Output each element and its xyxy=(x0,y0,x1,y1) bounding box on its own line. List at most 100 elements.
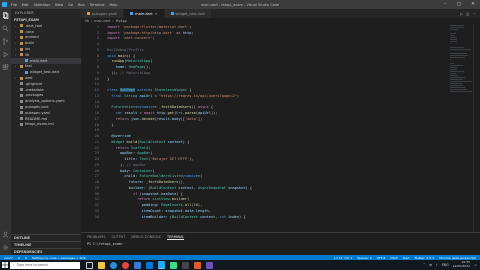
edge-icon[interactable] xyxy=(110,261,117,269)
chrome-icon[interactable] xyxy=(122,261,129,269)
minimap-line xyxy=(450,33,456,34)
run-debug-icon[interactable] xyxy=(2,51,9,58)
device-target[interactable]: Chrome (web-javascript) xyxy=(439,256,476,260)
line-ending[interactable]: CRLF xyxy=(390,256,398,260)
file-explorer-icon[interactable] xyxy=(98,261,105,269)
code-token: FutureBuilder xyxy=(139,174,168,179)
minimap[interactable] xyxy=(450,24,472,232)
account-icon[interactable] xyxy=(2,231,9,238)
menu-run[interactable]: Run xyxy=(78,3,85,7)
split-editor-icon[interactable]: ◫ xyxy=(466,12,469,16)
breadcrumb-symbol[interactable]: MyApp xyxy=(116,19,127,23)
media-icon[interactable] xyxy=(194,261,201,269)
close-icon[interactable]: ✕ xyxy=(466,0,480,9)
settings-gear-icon[interactable] xyxy=(2,244,9,251)
tree-item-label: fetapi_exam.iml xyxy=(25,122,54,127)
maximize-icon[interactable]: □ xyxy=(452,0,466,9)
explorer-icon[interactable] xyxy=(2,12,9,19)
tree-item-label: ios xyxy=(25,47,31,52)
menu-help[interactable]: Help xyxy=(109,3,117,7)
tab-output[interactable]: OUTPUT xyxy=(112,235,126,240)
file-icon xyxy=(20,99,23,103)
line-number: 7 xyxy=(96,59,99,64)
folder-icon xyxy=(20,47,23,51)
clock[interactable]: 16:35 12/05/2022 xyxy=(453,261,470,268)
code-token: apiUrl xyxy=(137,93,153,98)
line-number: 20 xyxy=(94,134,99,139)
terminal-prompt[interactable]: PS C:\fetapi_exam> xyxy=(81,242,480,246)
timeline-section[interactable]: TIMELINE xyxy=(11,241,81,248)
cursor-position[interactable]: Ln 17, Col 1 xyxy=(334,256,352,260)
notifications-icon[interactable]: ▭ xyxy=(474,263,477,267)
taskbar-search[interactable]: ⌕ Type here to search xyxy=(10,261,80,269)
tab-widget-test[interactable]: widget_test.dart xyxy=(164,9,212,18)
errors-count[interactable]: 0 xyxy=(18,256,20,260)
code-token: void xyxy=(107,53,118,58)
menu-view[interactable]: View xyxy=(55,3,63,7)
code-token: context xyxy=(165,139,183,144)
breadcrumb-lib[interactable]: lib xyxy=(85,19,89,23)
code-token: } xyxy=(107,122,114,127)
tab-close-icon[interactable]: ✕ xyxy=(155,12,158,16)
breadcrumb-file[interactable]: main.dart xyxy=(94,19,110,23)
run-icon[interactable]: ▷ xyxy=(460,12,463,16)
search-icon[interactable] xyxy=(2,25,9,32)
minimize-icon[interactable]: – xyxy=(438,0,452,9)
encoding[interactable]: UTF-8 xyxy=(377,256,386,260)
branch-status[interactable]: main* xyxy=(4,256,13,260)
editor-scrollbar[interactable] xyxy=(473,24,480,232)
code-line[interactable]: 34 itemBuilder: (BuildContext context, i… xyxy=(81,214,480,220)
menu-bar: File Edit Selection View Go Run Terminal… xyxy=(11,3,117,7)
language-indicator[interactable]: ENG xyxy=(442,263,449,267)
photos-icon[interactable] xyxy=(206,261,213,269)
tab-pubspec[interactable]: pubspec.yaml xyxy=(81,9,125,18)
minimap-line xyxy=(450,83,463,84)
menu-edit[interactable]: Edit xyxy=(22,3,29,7)
file-icon xyxy=(20,111,23,115)
tab-main-dart[interactable]: main.dart ✕ xyxy=(124,9,165,18)
chevron-up-icon[interactable]: ˄ xyxy=(423,263,425,267)
tab-terminal[interactable]: TERMINAL xyxy=(167,235,185,240)
more-actions-icon[interactable]: ⋯ xyxy=(472,12,476,16)
menu-selection[interactable]: Selection xyxy=(34,3,50,7)
task-view-icon[interactable] xyxy=(86,261,93,269)
line-number: 16 xyxy=(94,111,99,116)
store-icon[interactable] xyxy=(134,261,141,269)
minimap-line xyxy=(450,57,466,58)
android-studio-icon[interactable] xyxy=(170,261,177,269)
tree-file[interactable]: fetapi_exam.iml xyxy=(11,122,81,128)
dependencies-section[interactable]: DEPENDENCIES xyxy=(11,248,81,255)
indentation[interactable]: Spaces: 2 xyxy=(357,256,372,260)
windows-start-icon[interactable] xyxy=(0,260,10,270)
code-token: return xyxy=(107,116,131,121)
terminal-app-icon[interactable] xyxy=(182,261,189,269)
code-token: ; xyxy=(236,93,240,98)
network-icon[interactable]: ◔ xyxy=(429,263,432,267)
sdk-status[interactable]: Setting my code > packages > SDK xyxy=(32,256,86,260)
system-tray: ˄ ◔ ♪ ENG 16:35 12/05/2022 ▭ xyxy=(423,261,480,268)
code-token: // AppBar xyxy=(126,162,146,167)
source-control-icon[interactable] xyxy=(2,38,9,45)
vscode-taskbar-icon[interactable] xyxy=(158,261,165,269)
tab-label: pubspec.yaml xyxy=(92,11,118,16)
language-mode[interactable]: Dart xyxy=(403,256,410,260)
tab-problems[interactable]: PROBLEMS xyxy=(87,235,106,240)
code-token: , xyxy=(208,208,211,213)
code-token: padding xyxy=(107,203,157,208)
folder-icon xyxy=(20,76,23,80)
code-token: dynamic xyxy=(137,105,153,110)
extensions-icon[interactable] xyxy=(2,64,9,71)
menu-terminal[interactable]: Terminal xyxy=(90,3,105,7)
menu-go[interactable]: Go xyxy=(68,3,73,7)
tab-debug-console[interactable]: DEBUG CONSOLE xyxy=(131,235,161,240)
mail-icon[interactable] xyxy=(146,261,153,269)
warnings-count[interactable]: 0 xyxy=(25,256,27,260)
menu-file[interactable]: File xyxy=(11,3,17,7)
outline-section[interactable]: OUTLINE xyxy=(11,234,81,241)
code-token: ( xyxy=(148,145,151,150)
code-editor[interactable]: 1 import 'package:flutter/material.dart';… xyxy=(81,24,480,232)
chevron-right-icon: › xyxy=(90,19,93,23)
volume-icon[interactable]: ♪ xyxy=(436,263,438,267)
flutter-version[interactable]: Flutter: 2.5.3 xyxy=(415,256,434,260)
chevron-right-icon: › xyxy=(15,41,17,46)
